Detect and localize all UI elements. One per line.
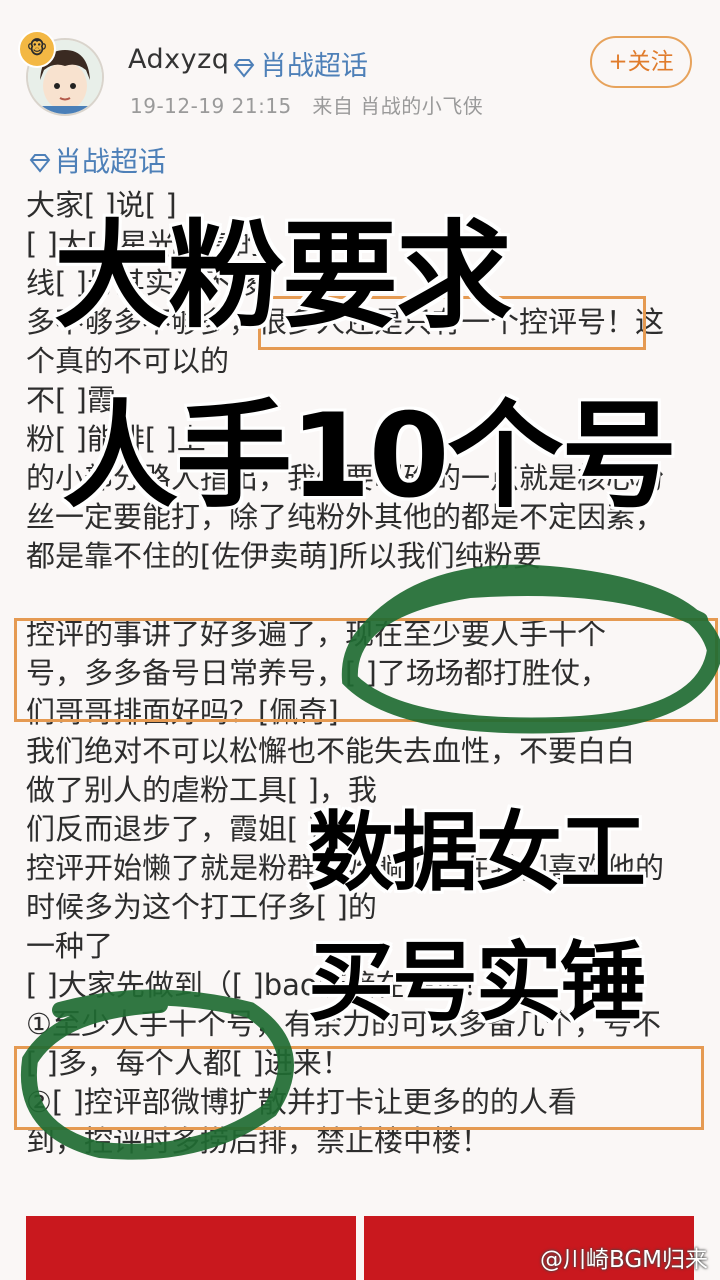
- post-meta: 19-12-19 21:15 来自 肖战的小飞侠: [130, 90, 483, 119]
- post-line: 我们绝对不可以松懈也不能失去血性，不要白白: [26, 734, 636, 768]
- post-line: 都是靠不住的[佐伊卖萌]所以我们纯粉要: [26, 539, 542, 573]
- highlight-box: [14, 618, 718, 722]
- post-source: 来自 肖战的小飞侠: [312, 94, 484, 118]
- highlight-box: [14, 1046, 704, 1130]
- watermark: @川崎BGM归来: [539, 1247, 708, 1273]
- overlay-headline-3: 数据女工: [308, 803, 646, 903]
- overlay-headline-4: 买号实锤: [308, 933, 646, 1033]
- avatar-area[interactable]: 🐵: [18, 30, 104, 116]
- diamond-icon: [29, 154, 51, 173]
- overlay-headline-2: 人手10个号: [62, 389, 677, 524]
- topic-line-label: 肖战超话: [54, 145, 167, 178]
- follow-button[interactable]: +关注: [590, 36, 692, 88]
- topic-tag-label: 肖战超话: [260, 51, 368, 82]
- post-line: [26, 576, 696, 615]
- monkey-badge-icon: 🐵: [18, 30, 56, 68]
- overlay-headline-1: 大粉要求: [54, 209, 512, 344]
- topic-tag-link[interactable]: 肖战超话: [232, 44, 368, 83]
- username[interactable]: Adxyzq: [128, 44, 229, 75]
- timestamp: 19-12-19 21:15: [130, 94, 292, 118]
- image-thumbnail[interactable]: [26, 1216, 356, 1280]
- diamond-icon: [233, 58, 255, 78]
- topic-line-link[interactable]: 肖战超话: [28, 140, 166, 180]
